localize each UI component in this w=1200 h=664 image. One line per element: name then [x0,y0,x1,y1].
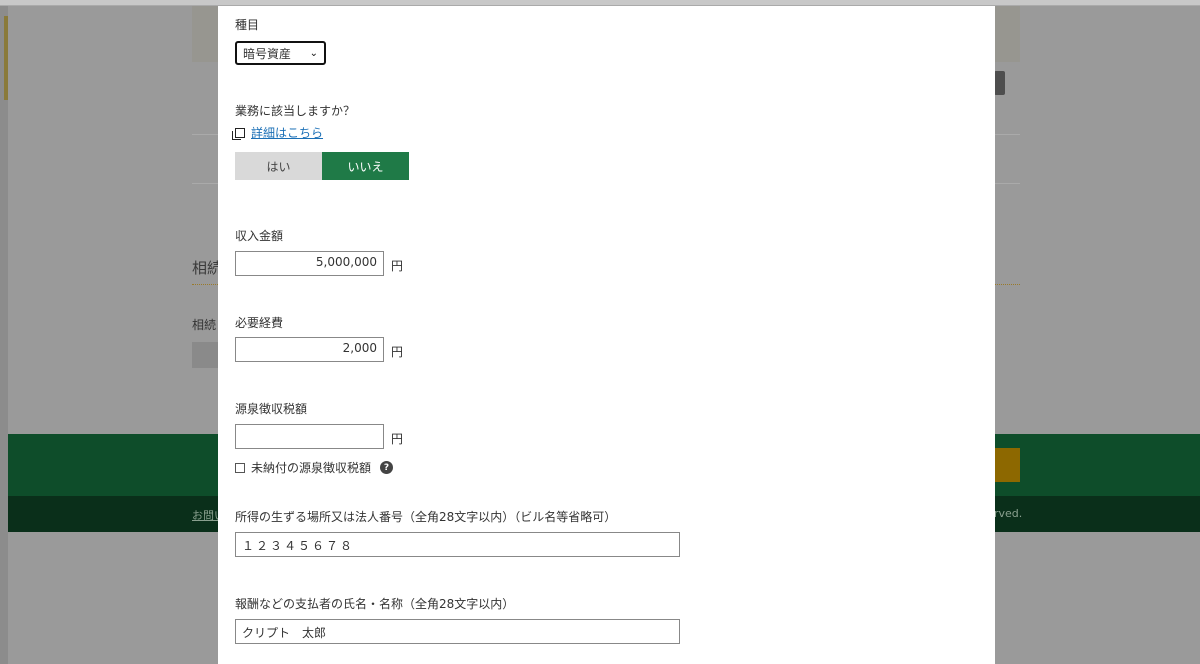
chevron-down-icon: ⌄ [309,47,318,59]
unpaid-withholding-row: 未納付の源泉徴収税額 ? [235,459,394,476]
detail-link-row: 詳細はこちら [232,124,323,141]
place-label: 所得の生ずる場所又は法人番号（全角28文字以内）（ビル名等省略可） [235,510,617,524]
category-label: 種目 [235,18,260,32]
category-selected-value: 暗号資産 [243,46,292,61]
background-orange-button [994,448,1020,482]
payer-label: 報酬などの支払者の氏名・名称（全角28文字以内） [235,597,515,611]
background-button [994,71,1005,95]
document-icon [232,127,245,140]
income-amount-input[interactable]: 5,000,000 [235,251,384,276]
background-subtext: 相続 [192,318,217,332]
category-select[interactable]: 暗号資産 ⌄ [235,41,326,65]
income-unit: 円 [391,259,404,273]
business-question: 業務に該当しますか？ [235,104,356,118]
expenses-amount-input[interactable]: 2,000 [235,337,384,362]
toggle-no-button[interactable]: いいえ [322,152,409,180]
expenses-label: 必要経費 [235,316,284,330]
expenses-unit: 円 [391,345,404,359]
unpaid-withholding-checkbox[interactable] [235,462,245,473]
background-copyright: rved. [994,507,1023,520]
income-label: 収入金額 [235,229,284,243]
toggle-yes-button[interactable]: はい [235,152,322,180]
place-input[interactable]: １２３４５６７８ [235,532,680,557]
payer-name-input[interactable]: クリプト 太郎 [235,619,680,644]
unpaid-withholding-label: 未納付の源泉徴収税額 [251,461,372,475]
withholding-unit: 円 [391,432,404,446]
business-toggle: はい いいえ [235,152,409,180]
withholding-amount-input[interactable] [235,424,384,449]
withholding-label: 源泉徴収税額 [235,402,308,416]
help-icon[interactable]: ? [380,461,394,474]
detail-link[interactable]: 詳細はこちら [251,124,323,141]
income-entry-modal: 種目 暗号資産 ⌄ 業務に該当しますか？ 詳細はこちら はい いいえ 収入金額 … [218,6,995,664]
